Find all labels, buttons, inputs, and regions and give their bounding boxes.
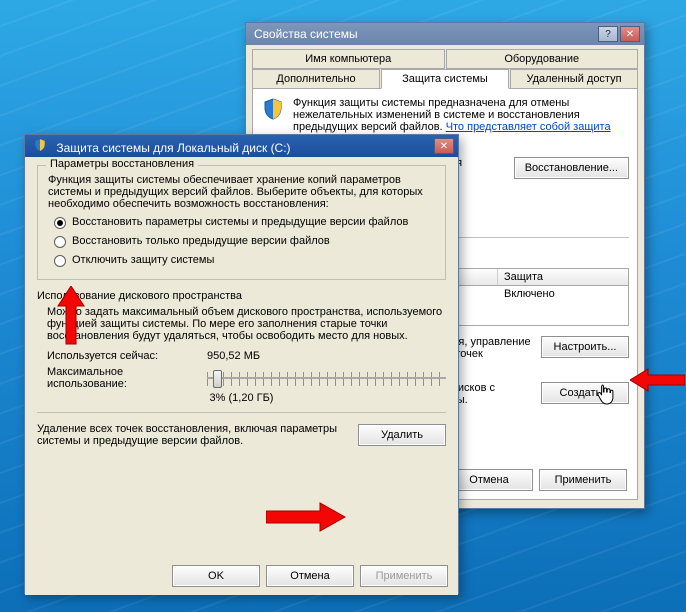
close-button[interactable]: ✕ <box>620 26 640 42</box>
cancel-button[interactable]: Отмена <box>266 565 354 587</box>
radio-icon <box>54 255 66 267</box>
radio-restore-all[interactable]: Восстановить параметры системы и предыду… <box>54 216 435 229</box>
delete-desc: Удаление всех точек восстановления, вклю… <box>37 423 348 447</box>
tab-hardware[interactable]: Оборудование <box>446 49 639 69</box>
col-protection: Защита <box>498 269 628 285</box>
disk-usage-heading: Использование дискового пространства <box>37 290 446 302</box>
radio-icon <box>54 236 66 248</box>
current-usage-value: 950,52 МБ <box>207 350 446 362</box>
max-usage-label: Максимальное использование: <box>47 366 187 390</box>
radio-disable-protection[interactable]: Отключить защиту системы <box>54 254 435 267</box>
titlebar[interactable]: Защита системы для Локальный диск (C:) ✕ <box>25 135 458 157</box>
disk-usage-desc: Можно задать максимальный объем дисковог… <box>47 306 446 342</box>
radio-icon <box>54 217 66 229</box>
ok-button[interactable]: OK <box>172 565 260 587</box>
tab-computer-name[interactable]: Имя компьютера <box>252 49 445 69</box>
apply-button[interactable]: Применить <box>539 469 627 491</box>
delete-button[interactable]: Удалить <box>358 424 446 446</box>
max-usage-slider[interactable] <box>207 368 446 390</box>
window-title: Свойства системы <box>254 27 358 41</box>
current-usage-label: Используется сейчас: <box>47 350 187 362</box>
create-button[interactable]: Создать... <box>541 382 629 404</box>
group-legend: Параметры восстановления <box>46 158 198 170</box>
tab-advanced[interactable]: Дополнительно <box>252 69 380 89</box>
restore-params-group: Параметры восстановления Функция защиты … <box>37 165 446 280</box>
drive-protection: Включено <box>498 286 628 302</box>
tab-remote[interactable]: Удаленный доступ <box>510 69 638 89</box>
titlebar[interactable]: Свойства системы ? ✕ <box>246 23 644 45</box>
hand-cursor-icon <box>596 384 614 406</box>
radio-label: Восстановить только предыдущие версии фа… <box>72 235 330 247</box>
restore-button[interactable]: Восстановление... <box>514 157 629 179</box>
apply-button[interactable]: Применить <box>360 565 448 587</box>
configure-button[interactable]: Настроить... <box>541 336 629 358</box>
tab-system-protection[interactable]: Защита системы <box>381 69 509 89</box>
shield-icon <box>261 97 285 121</box>
close-button[interactable]: ✕ <box>434 138 454 154</box>
radio-restore-files-only[interactable]: Восстановить только предыдущие версии фа… <box>54 235 435 248</box>
protection-settings-window: Защита системы для Локальный диск (C:) ✕… <box>24 134 459 594</box>
help-button[interactable]: ? <box>598 26 618 42</box>
window-title: Защита системы для Локальный диск (C:) <box>56 141 290 155</box>
group-desc: Функция защиты системы обеспечивает хран… <box>48 174 435 210</box>
radio-label: Восстановить параметры системы и предыду… <box>72 216 408 228</box>
radio-label: Отключить защиту системы <box>72 254 214 266</box>
max-usage-percent: 3% (1,20 ГБ) <box>37 392 446 404</box>
shield-icon <box>33 138 47 152</box>
